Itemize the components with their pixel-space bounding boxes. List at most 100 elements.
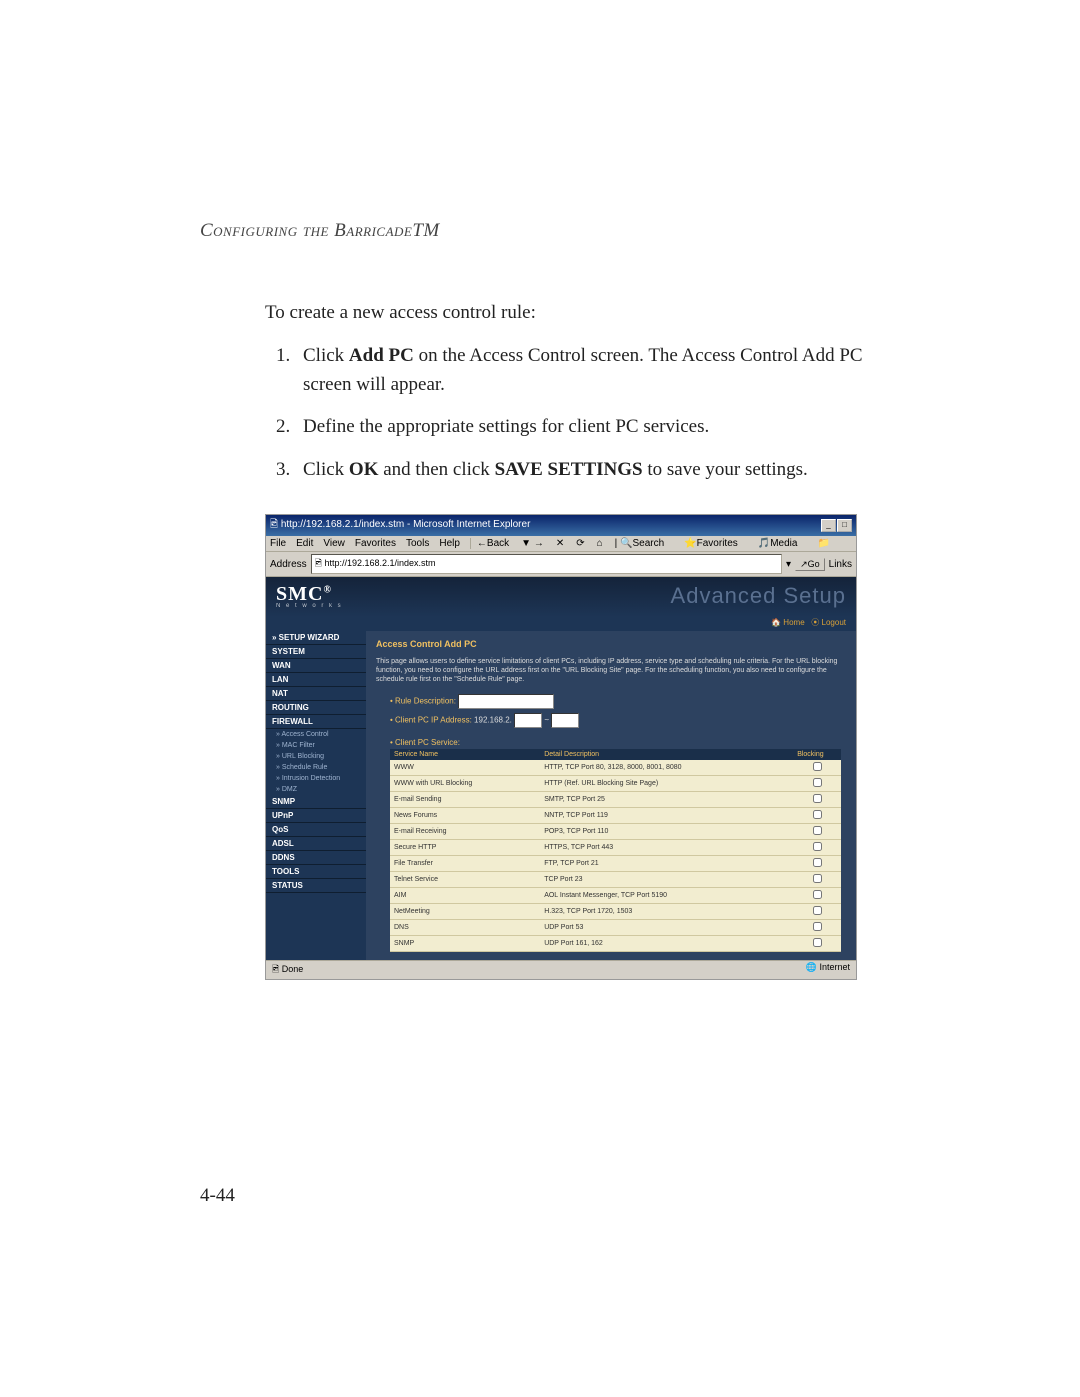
ip-prefix: 192.168.2.: [474, 716, 512, 725]
sidebar-item[interactable]: QoS: [266, 823, 366, 837]
logout-link[interactable]: Logout: [822, 618, 846, 627]
ip-end-input[interactable]: [551, 713, 579, 728]
go-button[interactable]: ↗Go: [795, 558, 825, 571]
table-row: WWW with URL BlockingHTTP (Ref. URL Bloc…: [390, 776, 841, 792]
sidebar-item[interactable]: WAN: [266, 659, 366, 673]
service-desc-cell: POP3, TCP Port 110: [540, 824, 793, 840]
service-desc-cell: H.323, TCP Port 1720, 1503: [540, 904, 793, 920]
menu-help[interactable]: Help: [439, 538, 460, 549]
sidebar-item[interactable]: » URL Blocking: [266, 751, 366, 762]
sidebar-item[interactable]: TOOLS: [266, 865, 366, 879]
blocking-checkbox[interactable]: [813, 874, 822, 883]
service-desc-cell: UDP Port 53: [540, 920, 793, 936]
service-desc-cell: FTP, TCP Port 21: [540, 856, 793, 872]
ip-separator: ~: [544, 716, 549, 725]
service-name-cell: Telnet Service: [390, 872, 540, 888]
blocking-checkbox[interactable]: [813, 794, 822, 803]
blocking-cell: [793, 840, 841, 856]
sidebar-item[interactable]: FIREWALL: [266, 715, 366, 729]
media-button[interactable]: Media: [770, 538, 797, 549]
th-blocking: Blocking: [793, 749, 841, 760]
history-icon[interactable]: 📁: [817, 538, 829, 549]
blocking-checkbox[interactable]: [813, 810, 822, 819]
sidebar-item[interactable]: LAN: [266, 673, 366, 687]
sidebar-item[interactable]: ADSL: [266, 837, 366, 851]
menu-favorites[interactable]: Favorites: [355, 538, 396, 549]
blocking-checkbox[interactable]: [813, 842, 822, 851]
stop-icon[interactable]: ✕: [556, 538, 564, 549]
sidebar-item[interactable]: » SETUP WIZARD: [266, 631, 366, 645]
service-desc-cell: NNTP, TCP Port 119: [540, 808, 793, 824]
blocking-cell: [793, 792, 841, 808]
blocking-checkbox[interactable]: [813, 858, 822, 867]
table-row: DNSUDP Port 53: [390, 920, 841, 936]
rule-description-input[interactable]: [458, 694, 554, 709]
ie-address-bar: Address 🖻 http://192.168.2.1/index.stm ▾…: [266, 552, 856, 577]
blocking-cell: [793, 888, 841, 904]
service-desc-cell: UDP Port 161, 162: [540, 936, 793, 952]
blocking-checkbox[interactable]: [813, 938, 822, 947]
service-desc-cell: TCP Port 23: [540, 872, 793, 888]
minimize-button[interactable]: _: [821, 519, 836, 532]
refresh-icon[interactable]: ⟳: [576, 538, 584, 549]
sidebar-item[interactable]: » Intrusion Detection: [266, 773, 366, 784]
rule-description-label: • Rule Description:: [390, 697, 456, 706]
page-number: 4-44: [200, 1185, 235, 1207]
sidebar-item[interactable]: » Schedule Rule: [266, 762, 366, 773]
table-row: WWWHTTP, TCP Port 80, 3128, 8000, 8001, …: [390, 760, 841, 776]
rule-description-row: • Rule Description:: [390, 694, 846, 709]
menu-view[interactable]: View: [323, 538, 345, 549]
menu-edit[interactable]: Edit: [296, 538, 313, 549]
sidebar-item[interactable]: » MAC Filter: [266, 740, 366, 751]
links-label[interactable]: Links: [829, 559, 852, 570]
service-name-cell: DNS: [390, 920, 540, 936]
menu-file[interactable]: File: [270, 538, 286, 549]
blocking-checkbox[interactable]: [813, 826, 822, 835]
search-button[interactable]: Search: [633, 538, 665, 549]
address-dropdown-icon[interactable]: ▾: [786, 559, 791, 570]
sidebar-item[interactable]: SNMP: [266, 795, 366, 809]
sidebar-item[interactable]: NAT: [266, 687, 366, 701]
forward-button[interactable]: ▼ →: [521, 538, 544, 549]
screenshot-figure: 🖻 http://192.168.2.1/index.stm - Microso…: [265, 514, 857, 980]
router-header: SMC® N e t w o r k s Advanced Setup: [266, 577, 856, 617]
sidebar-item[interactable]: ROUTING: [266, 701, 366, 715]
table-row: Secure HTTPHTTPS, TCP Port 443: [390, 840, 841, 856]
service-desc-cell: HTTPS, TCP Port 443: [540, 840, 793, 856]
table-row: File TransferFTP, TCP Port 21: [390, 856, 841, 872]
ip-start-input[interactable]: [514, 713, 542, 728]
favorites-button[interactable]: Favorites: [697, 538, 738, 549]
home-link[interactable]: Home: [783, 618, 804, 627]
service-name-cell: Secure HTTP: [390, 840, 540, 856]
back-button[interactable]: ←Back: [477, 538, 509, 549]
blocking-cell: [793, 936, 841, 952]
service-desc-cell: AOL Instant Messenger, TCP Port 5190: [540, 888, 793, 904]
sidebar-item[interactable]: UPnP: [266, 809, 366, 823]
table-row: E-mail ReceivingPOP3, TCP Port 110: [390, 824, 841, 840]
blocking-checkbox[interactable]: [813, 762, 822, 771]
menu-tools[interactable]: Tools: [406, 538, 429, 549]
blocking-checkbox[interactable]: [813, 906, 822, 915]
blocking-checkbox[interactable]: [813, 890, 822, 899]
service-name-cell: AIM: [390, 888, 540, 904]
sidebar-item[interactable]: SYSTEM: [266, 645, 366, 659]
blocking-cell: [793, 920, 841, 936]
window-title: http://192.168.2.1/index.stm - Microsoft…: [281, 519, 531, 530]
blocking-cell: [793, 872, 841, 888]
home-icon[interactable]: ⌂: [597, 538, 603, 549]
sidebar-item[interactable]: STATUS: [266, 879, 366, 893]
blocking-checkbox[interactable]: [813, 778, 822, 787]
client-service-label: • Client PC Service:: [390, 738, 846, 747]
sidebar-item[interactable]: » Access Control: [266, 729, 366, 740]
blocking-checkbox[interactable]: [813, 922, 822, 931]
address-input[interactable]: 🖻 http://192.168.2.1/index.stm: [311, 554, 782, 574]
maximize-button[interactable]: □: [837, 519, 852, 532]
sidebar-item[interactable]: » DMZ: [266, 784, 366, 795]
address-label: Address: [270, 559, 307, 570]
content-description: This page allows users to define service…: [376, 657, 846, 684]
table-row: SNMPUDP Port 161, 162: [390, 936, 841, 952]
service-name-cell: News Forums: [390, 808, 540, 824]
logo-subtext: N e t w o r k s: [276, 603, 343, 609]
chapter-header: Configuring the BarricadeTM: [200, 220, 900, 242]
sidebar-item[interactable]: DDNS: [266, 851, 366, 865]
